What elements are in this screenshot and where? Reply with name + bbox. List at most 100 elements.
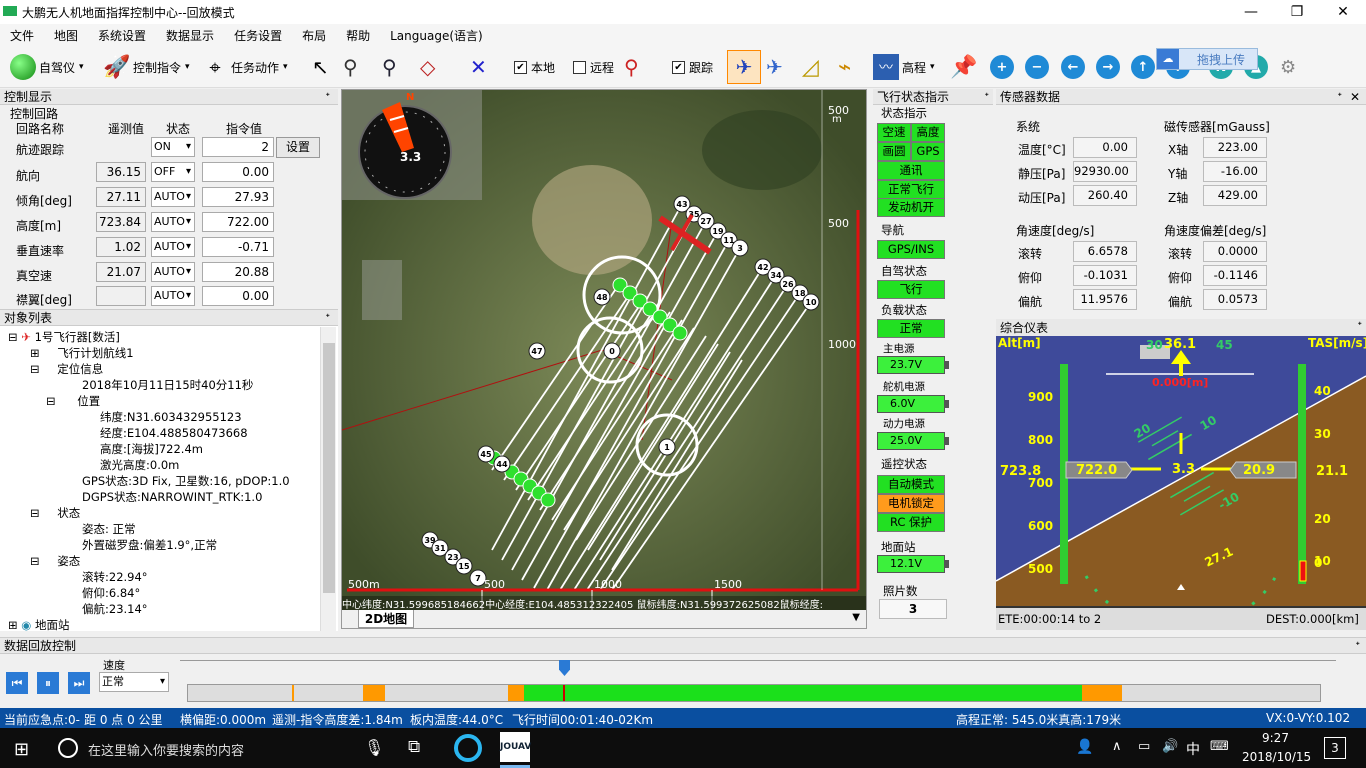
rc-label: 遥控状态 xyxy=(881,457,927,471)
clock-date[interactable]: 2018/10/15 xyxy=(1242,750,1311,764)
state-select[interactable]: AUTO xyxy=(151,286,195,306)
tree-item[interactable]: ⊟ 定位信息 xyxy=(30,361,103,377)
tree-item[interactable]: ⊟ 状态 xyxy=(30,505,80,521)
state-select[interactable]: AUTO xyxy=(151,262,195,282)
battery-icon[interactable]: ▭ xyxy=(1138,739,1150,754)
pan-up-icon[interactable]: ↑ xyxy=(1131,55,1155,79)
pin-icon[interactable]: 📌 xyxy=(950,50,977,84)
tree-item: 滚转:22.94° xyxy=(82,570,148,584)
timeline-slider[interactable] xyxy=(559,660,570,676)
menu-system[interactable]: 系统设置 xyxy=(88,27,156,44)
green-light-icon xyxy=(10,54,36,80)
task-action-button[interactable]: ⌖ 任务动作 ▾ xyxy=(202,50,287,84)
command-input[interactable]: 20.88 xyxy=(202,262,274,282)
waypoint-label: 10 xyxy=(805,298,817,307)
tree-item[interactable]: ⊟ 姿态 xyxy=(30,553,80,569)
minimize-button[interactable]: — xyxy=(1228,0,1274,24)
microphone-icon[interactable]: 🎙 xyxy=(364,738,384,757)
volume-icon[interactable]: 🔊 xyxy=(1162,739,1178,754)
tab-2d-map[interactable]: 2D地图 xyxy=(358,610,414,628)
command-input[interactable]: -0.71 xyxy=(202,237,274,257)
menu-help[interactable]: 帮助 xyxy=(336,27,380,44)
zoom-in-icon[interactable]: + xyxy=(990,55,1014,79)
command-input[interactable]: 27.93 xyxy=(202,187,274,207)
route-edit-icon[interactable]: ◇ xyxy=(420,50,435,84)
command-input[interactable]: 722.00 xyxy=(202,212,274,232)
autopilot-button[interactable]: 自驾仪 ▾ xyxy=(10,50,84,84)
ruler-icon[interactable]: ◿ xyxy=(802,50,819,84)
control-command-button[interactable]: 🚀 控制指令 ▾ xyxy=(103,50,189,84)
menu-map[interactable]: 地图 xyxy=(44,27,88,44)
maximize-button[interactable]: ❐ xyxy=(1274,0,1320,24)
rewind-button[interactable]: ⏮ xyxy=(6,672,28,694)
state-select[interactable]: AUTO xyxy=(151,212,195,232)
menu-language[interactable]: Language(语言) xyxy=(380,27,493,44)
close-button[interactable]: ✕ xyxy=(1320,0,1366,24)
clock-time[interactable]: 9:27 xyxy=(1262,731,1289,745)
state-select[interactable]: OFF xyxy=(151,162,195,182)
map-view[interactable]: 43 35 27 19 11 3 42 34 26 18 10 48 0 47 1 45 44 39 31 23 15 7… xyxy=(341,89,867,629)
tree-item[interactable]: ⊞ 飞行计划航线1 xyxy=(30,345,134,361)
track-checkbox[interactable]: ✔ 跟踪 xyxy=(672,50,713,84)
cortana-icon[interactable] xyxy=(58,738,78,758)
pan-right-icon[interactable]: → xyxy=(1096,55,1120,79)
plane-follow-icon[interactable]: ✈ xyxy=(727,50,761,84)
task-view-icon[interactable]: ⧉ xyxy=(408,737,420,757)
map-measure-icon[interactable]: ✈ xyxy=(766,50,783,84)
upload-button[interactable]: ☁ 拖拽上传 xyxy=(1156,48,1258,70)
edit-waypoint-icon[interactable]: ⚲ xyxy=(382,50,397,84)
timeline-bar[interactable] xyxy=(187,684,1321,702)
zoom-out-icon[interactable]: − xyxy=(1025,55,1049,79)
map-canvas[interactable]: 4335271911342342618104804714544393123157 xyxy=(342,90,867,629)
remote-checkbox[interactable]: 远程 xyxy=(573,50,614,84)
pointer-tool-icon[interactable]: ↖ xyxy=(312,50,329,84)
speed-select[interactable]: 正常 xyxy=(99,672,169,692)
checkbox-checked-icon: ✔ xyxy=(672,60,685,74)
state-select[interactable]: AUTO xyxy=(151,237,195,257)
settings-disabled-icon[interactable]: ⚙ xyxy=(1280,50,1296,84)
add-waypoint-icon[interactable]: ⚲ xyxy=(343,50,358,84)
gs-label: 地面站 xyxy=(881,540,916,554)
tree-item[interactable]: ⊟ 位置 xyxy=(46,393,100,409)
broom-icon[interactable]: ⌁ xyxy=(838,50,851,84)
menu-layout[interactable]: 布局 xyxy=(292,27,336,44)
altitude-button[interactable]: 〰 高程 ▾ xyxy=(873,50,935,84)
state-select[interactable]: ON xyxy=(151,137,195,157)
notification-center[interactable]: 3 xyxy=(1324,737,1346,759)
taskbar-search[interactable]: 在这里输入你要搜索的内容 xyxy=(88,740,244,759)
keyboard-icon[interactable]: ⌨ xyxy=(1210,739,1229,754)
state-select[interactable]: AUTO xyxy=(151,187,195,207)
windows-start-icon[interactable]: ⊞ xyxy=(14,739,29,760)
set-button[interactable]: 设置 xyxy=(276,137,320,158)
jouav-app-icon[interactable]: JOUAV xyxy=(500,732,531,762)
menu-task[interactable]: 任务设置 xyxy=(224,27,292,44)
forward-button[interactable]: ⏭ xyxy=(68,672,90,694)
tree-item[interactable]: ⊞ ◉ 地面站 xyxy=(8,617,70,632)
menu-file[interactable]: 文件 xyxy=(0,27,44,44)
tab-dropdown-icon[interactable]: ▼ xyxy=(852,612,860,623)
menu-display[interactable]: 数据显示 xyxy=(156,27,224,44)
command-input[interactable]: 2 xyxy=(202,137,274,157)
heading-tick: 45 xyxy=(1216,338,1233,352)
app-edge-icon[interactable] xyxy=(454,734,482,762)
tray-up-icon[interactable]: ∧ xyxy=(1112,739,1122,754)
waypoint-label: 1 xyxy=(664,443,670,452)
pause-button[interactable]: ⏸ xyxy=(37,672,59,694)
tree-scrollbar[interactable] xyxy=(320,327,336,631)
local-checkbox[interactable]: ✔ 本地 xyxy=(514,50,555,84)
app-icon xyxy=(3,6,17,16)
sensor-label: Y轴 xyxy=(1168,167,1188,181)
people-icon[interactable]: 👤 xyxy=(1076,739,1093,755)
tree-item[interactable]: ⊟ ✈ 1号飞行器[数活] xyxy=(8,329,120,345)
route-tool-icon[interactable]: ✕ xyxy=(470,50,487,84)
scale-unit: m xyxy=(832,114,842,125)
close-icon[interactable]: ✕ xyxy=(1350,89,1360,105)
command-input[interactable]: 0.00 xyxy=(202,286,274,306)
command-input[interactable]: 0.00 xyxy=(202,162,274,182)
pan-left-icon[interactable]: ← xyxy=(1061,55,1085,79)
cancel-route-icon[interactable]: ⚲ xyxy=(624,50,639,84)
ime-indicator[interactable]: 中 xyxy=(1186,739,1200,759)
sensor-value: 0.0573 xyxy=(1203,289,1267,310)
telemetry-value: 21.07 xyxy=(96,262,146,282)
toolbar: 自驾仪 ▾ 🚀 控制指令 ▾ ⌖ 任务动作 ▾ ↖ ⚲ ⚲ ◇ ✕ ✔ 本地 远程 ⚲ … xyxy=(0,46,1366,88)
